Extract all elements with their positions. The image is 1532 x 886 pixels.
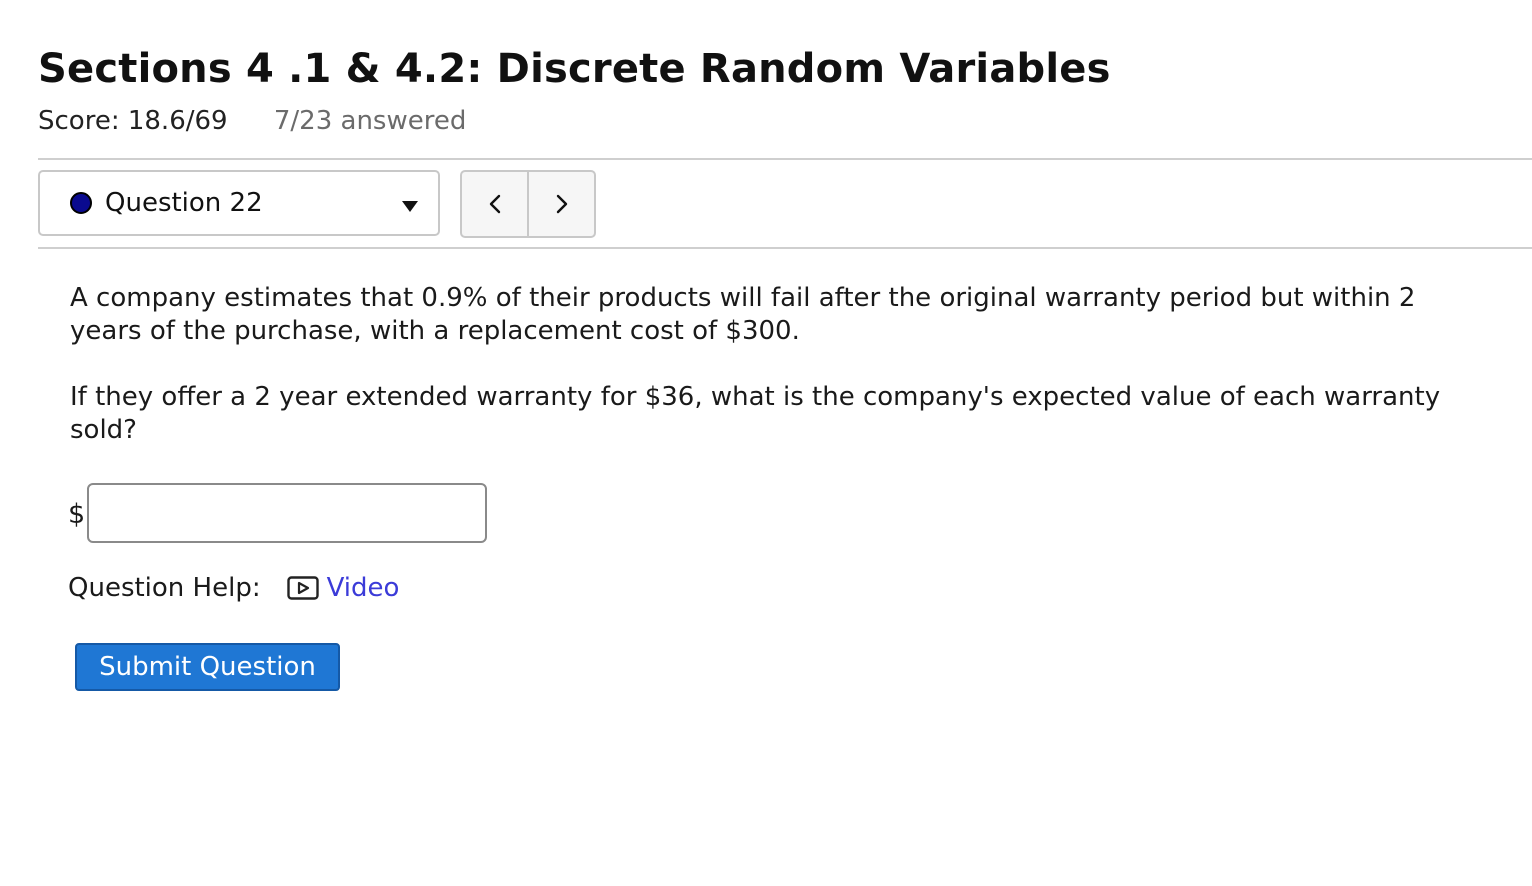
- score-line: Score: 18.6/69 7/23 answered: [38, 106, 466, 136]
- divider-bottom: [38, 247, 1532, 249]
- video-help-link[interactable]: Video: [286, 573, 400, 603]
- chevron-right-icon: [556, 194, 567, 214]
- question-paragraph-1: A company estimates that 0.9% of their p…: [70, 283, 1416, 346]
- submit-question-button[interactable]: Submit Question: [75, 643, 340, 691]
- page: Sections 4 .1 & 4.2: Discrete Random Var…: [0, 0, 1532, 886]
- question-body: A company estimates that 0.9% of their p…: [70, 282, 1470, 447]
- question-nav-group: [460, 170, 596, 238]
- play-video-icon: [286, 576, 319, 600]
- next-question-button[interactable]: [527, 172, 594, 236]
- question-select[interactable]: Question 22: [38, 170, 440, 236]
- dropdown-caret-icon: [402, 201, 418, 212]
- question-select-label: Question 22: [105, 188, 263, 218]
- answer-row: $: [68, 483, 488, 543]
- score-text: Score: 18.6/69: [38, 106, 228, 136]
- currency-prefix: $: [68, 498, 86, 530]
- divider-top: [38, 158, 1532, 160]
- question-paragraph-2: If they offer a 2 year extended warranty…: [70, 382, 1441, 445]
- video-link-label: Video: [326, 573, 400, 603]
- previous-question-button[interactable]: [462, 172, 527, 236]
- chevron-left-icon: [489, 194, 500, 214]
- page-title: Sections 4 .1 & 4.2: Discrete Random Var…: [38, 46, 1111, 92]
- question-help-label: Question Help:: [68, 573, 261, 603]
- answered-count: 7/23 answered: [273, 106, 467, 136]
- question-help: Question Help: Video: [68, 573, 399, 603]
- answer-input[interactable]: [87, 483, 488, 543]
- question-status-dot: [70, 192, 92, 214]
